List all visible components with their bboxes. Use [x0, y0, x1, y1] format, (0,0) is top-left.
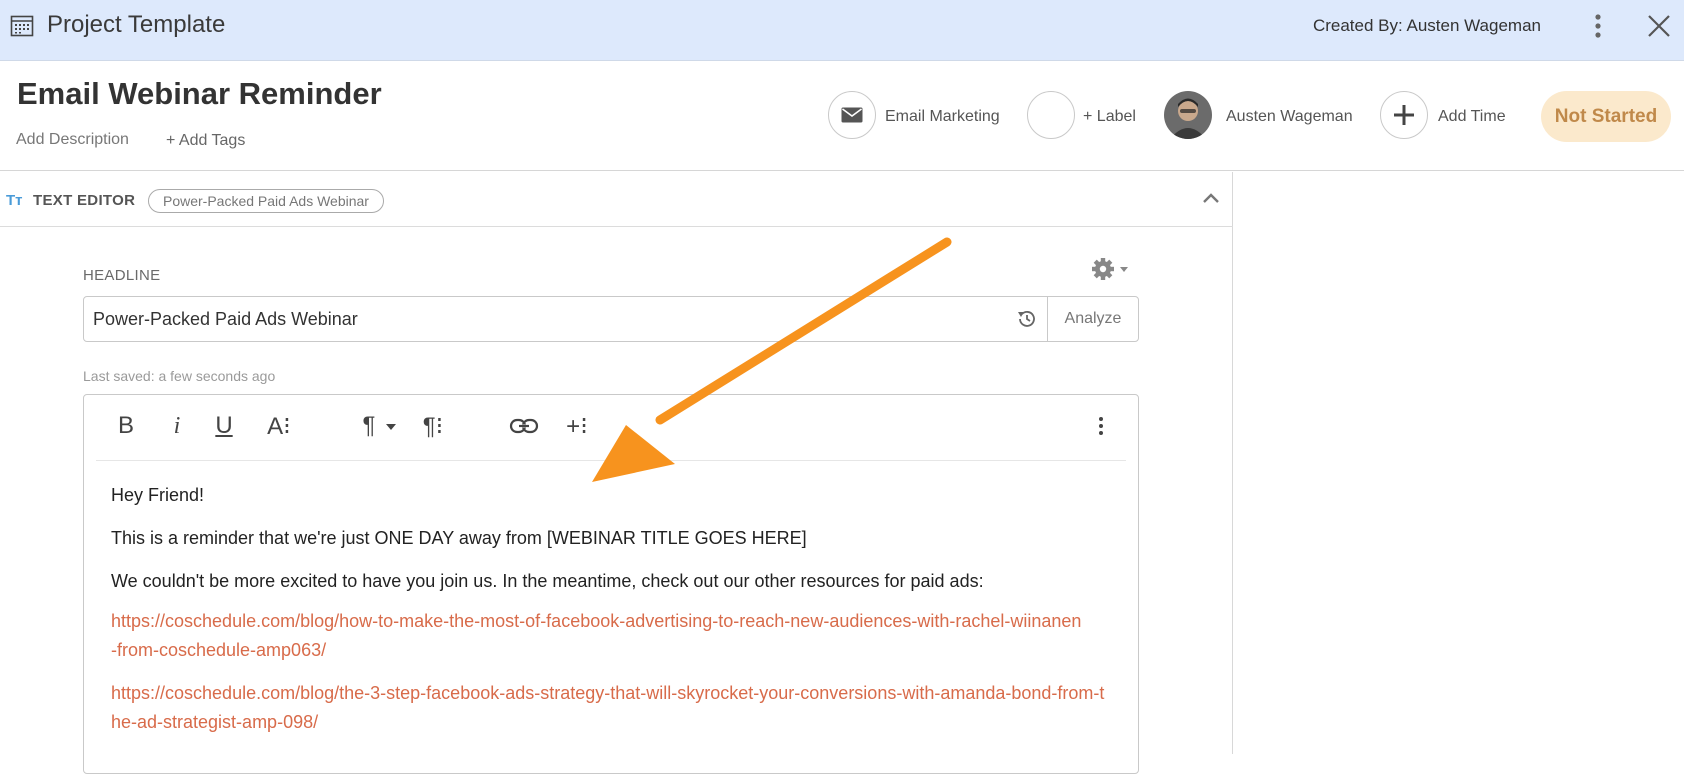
resource-link[interactable]: https://coschedule.com/blog/the-3-step-f…: [111, 679, 1111, 737]
status-badge[interactable]: Not Started: [1541, 91, 1671, 142]
envelope-icon: [841, 107, 863, 123]
project-header: Email Webinar Reminder Add Description +…: [0, 61, 1684, 171]
template-icon: [10, 15, 34, 37]
created-by: Created By: Austen Wageman: [1312, 16, 1541, 35]
window-title: Project Template: [47, 11, 226, 38]
headline-label: HEADLINE: [83, 267, 161, 284]
email-marketing-chip[interactable]: [828, 91, 876, 139]
more-options-icon[interactable]: [1588, 12, 1608, 40]
resource-link[interactable]: https://coschedule.com/blog/how-to-make-…: [111, 607, 1086, 665]
link-icon[interactable]: [509, 412, 539, 440]
project-title[interactable]: Email Webinar Reminder: [17, 76, 382, 112]
headline-pill: Power-Packed Paid Ads Webinar: [148, 189, 384, 213]
add-tags-link[interactable]: + Add Tags: [166, 132, 245, 150]
chevron-up-icon[interactable]: [1201, 189, 1221, 209]
greeting-line: Hey Friend!: [111, 485, 205, 505]
history-icon[interactable]: [1007, 297, 1047, 341]
rich-text-editor[interactable]: B i U A⁝ ¶ ¶⁝ +⁝ Hey Friend! This is a r…: [83, 394, 1139, 774]
avatar-image: [1164, 91, 1212, 139]
bold-button[interactable]: B: [114, 412, 138, 440]
email-marketing-label[interactable]: Email Marketing: [885, 108, 1000, 126]
body-paragraph: We couldn't be more excited to have you …: [111, 571, 984, 591]
label-chip[interactable]: [1027, 91, 1075, 139]
editor-toolbar: B i U A⁝ ¶ ¶⁝ +⁝: [96, 395, 1126, 461]
text-editor-icon: Tт: [6, 192, 23, 209]
last-saved-status: Last saved: a few seconds ago: [83, 368, 276, 384]
add-time-label[interactable]: Add Time: [1438, 108, 1506, 126]
italic-button[interactable]: i: [167, 412, 187, 440]
paragraph-options-button[interactable]: ¶⁝: [418, 412, 448, 440]
underline-button[interactable]: U: [212, 412, 236, 440]
gear-icon[interactable]: [1090, 256, 1132, 282]
owner-name[interactable]: Austen Wageman: [1226, 108, 1353, 126]
analyze-button[interactable]: Analyze: [1047, 297, 1138, 341]
add-label-button[interactable]: + Label: [1083, 108, 1136, 126]
text-editor-panel: Tт TEXT EDITOR Power-Packed Paid Ads Web…: [0, 172, 1233, 774]
avatar[interactable]: [1164, 91, 1212, 139]
plus-icon: [1394, 105, 1414, 125]
panel-title: TEXT EDITOR: [33, 192, 136, 209]
paragraph-format-button[interactable]: ¶: [358, 412, 380, 440]
panel-header: Tт TEXT EDITOR Power-Packed Paid Ads Web…: [0, 172, 1233, 227]
headline-input[interactable]: [84, 297, 1007, 341]
font-size-button[interactable]: A⁝: [263, 412, 295, 440]
top-bar: Project Template Created By: Austen Wage…: [0, 0, 1684, 61]
add-time-chip[interactable]: [1380, 91, 1428, 139]
add-description-link[interactable]: Add Description: [16, 131, 129, 149]
insert-button[interactable]: +⁝: [562, 412, 592, 440]
more-tools-icon[interactable]: [1096, 412, 1106, 440]
headline-field: Analyze: [83, 296, 1139, 342]
body-paragraph: This is a reminder that we're just ONE D…: [111, 528, 807, 548]
chevron-down-icon[interactable]: [385, 412, 397, 440]
close-icon[interactable]: [1645, 12, 1673, 40]
